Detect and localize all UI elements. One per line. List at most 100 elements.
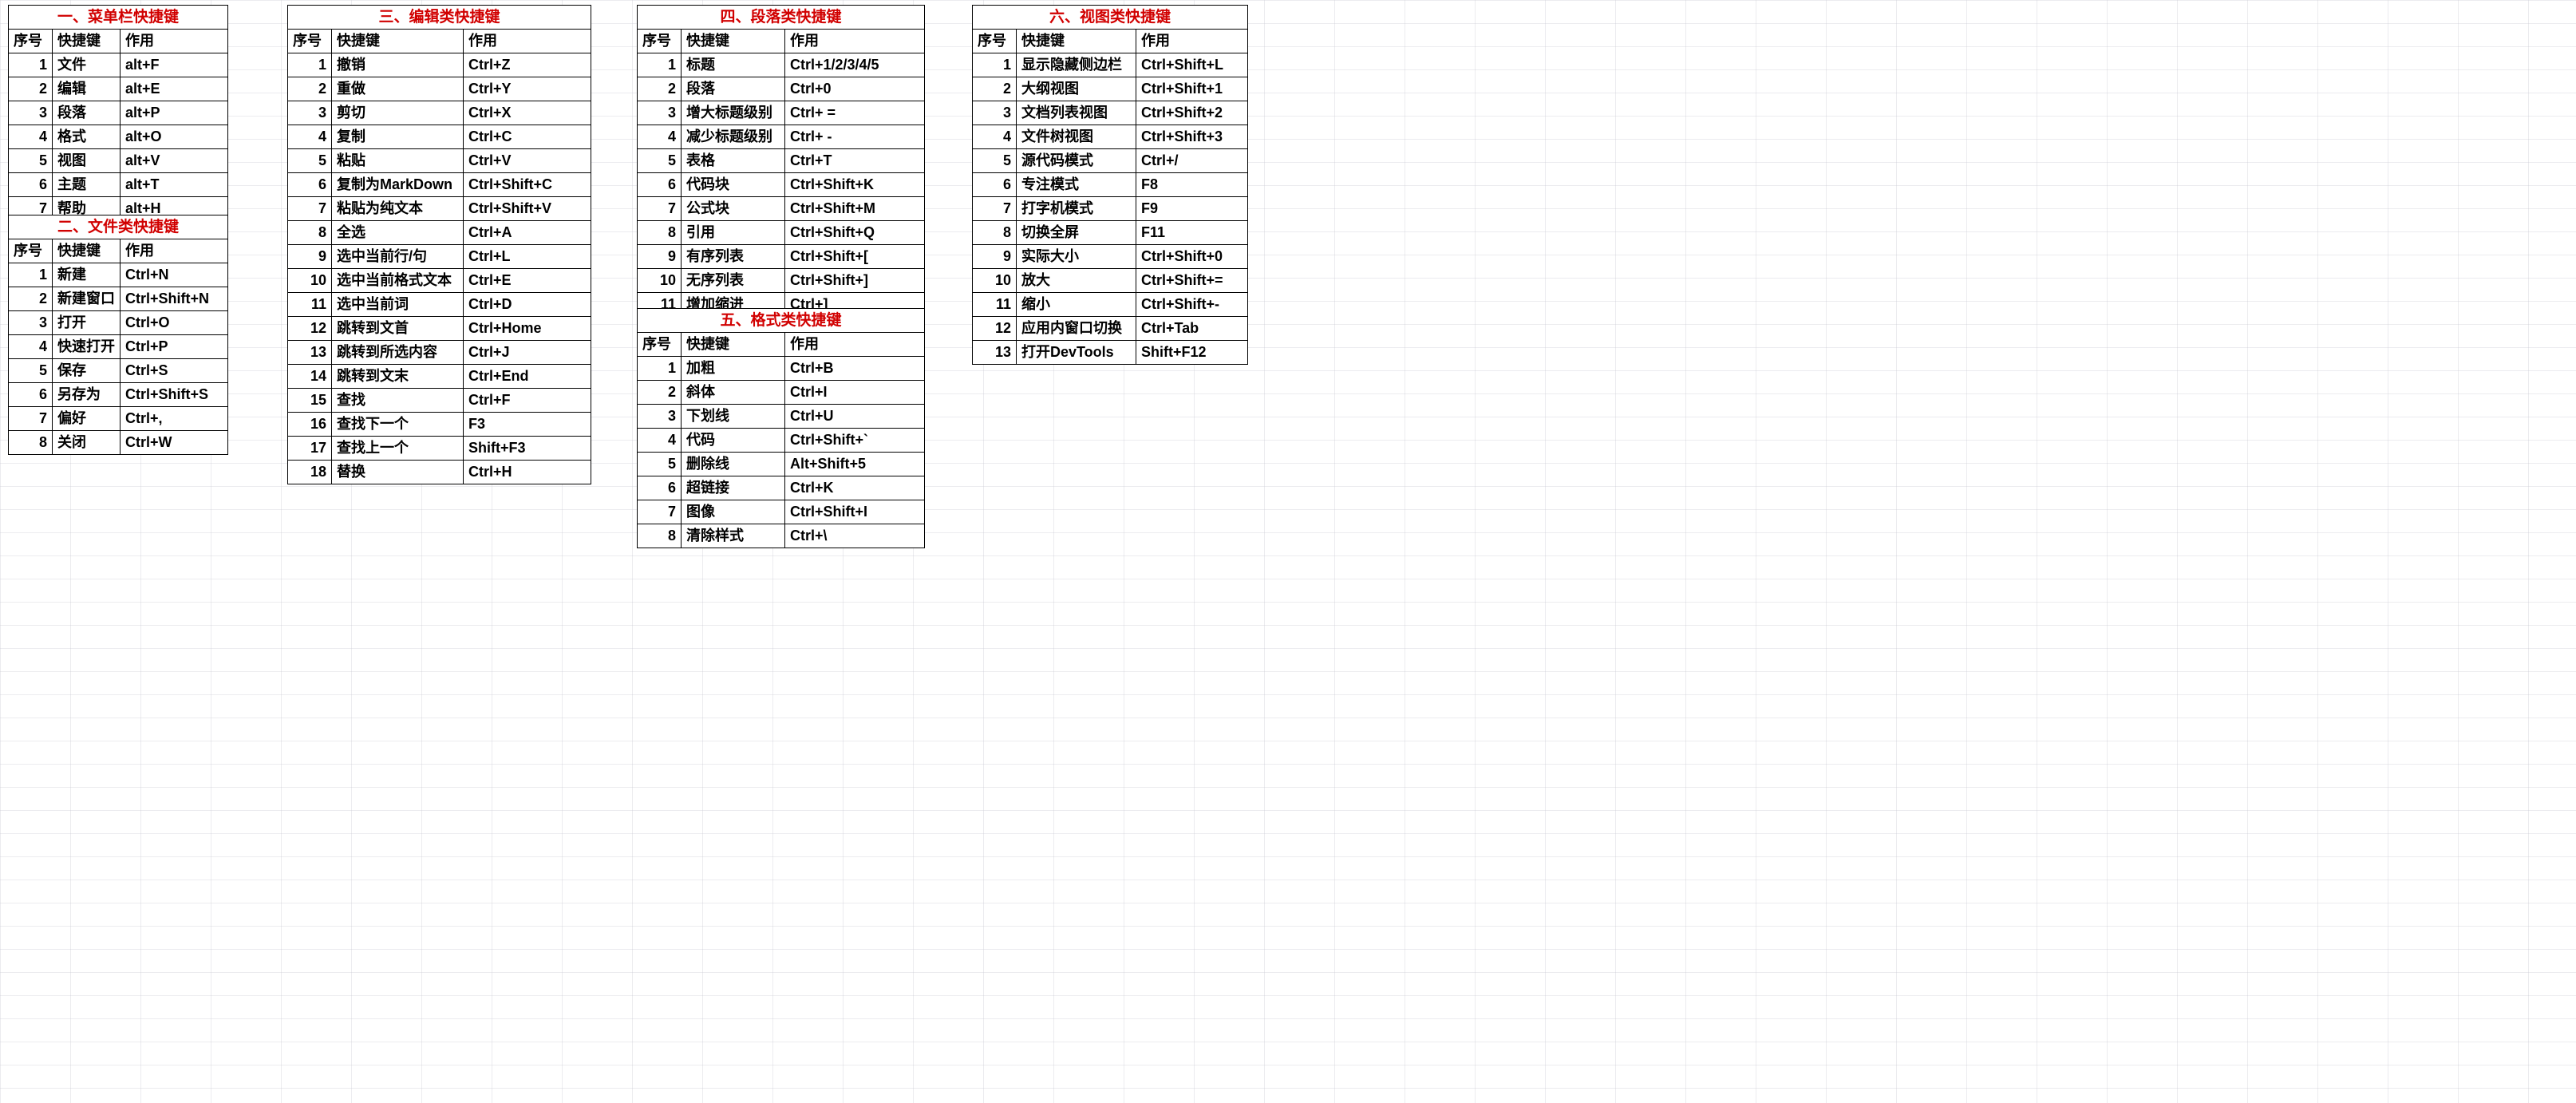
cell-key: 显示隐藏侧边栏 [1017,53,1136,77]
cell-no: 13 [288,341,332,365]
cell-no: 4 [9,125,53,149]
cell-effect: Ctrl+Shift+2 [1136,101,1248,125]
cell-key: 文件树视图 [1017,125,1136,149]
cell-key: 复制为MarkDown [332,173,464,197]
cell-no: 3 [9,101,53,125]
table-row: 7公式块Ctrl+Shift+M [638,197,925,221]
cell-key: 增大标题级别 [682,101,785,125]
cell-effect: Ctrl+S [121,359,228,383]
cell-key: 选中当前词 [332,293,464,317]
cell-key: 格式 [53,125,121,149]
cell-key: 新建 [53,263,121,287]
cell-no: 8 [288,221,332,245]
cell-effect: Alt+Shift+5 [785,453,925,476]
table-row: 16查找下一个F3 [288,413,591,437]
table-row: 5视图alt+V [9,149,228,173]
cell-key: 代码 [682,429,785,453]
cell-effect: Ctrl+/ [1136,149,1248,173]
cell-no: 8 [638,221,682,245]
cell-key: 另存为 [53,383,121,407]
table-row: 6另存为Ctrl+Shift+S [9,383,228,407]
cell-no: 1 [638,53,682,77]
table-row: 7粘贴为纯文本Ctrl+Shift+V [288,197,591,221]
column-header-effect: 作用 [121,30,228,53]
cell-effect: Ctrl+V [464,149,591,173]
cell-key: 下划线 [682,405,785,429]
cell-no: 6 [9,383,53,407]
cell-no: 13 [973,341,1017,365]
cell-key: 标题 [682,53,785,77]
table-menu-shortcuts: 一、菜单栏快捷键序号快捷键作用1文件alt+F2编辑alt+E3段落alt+P4… [8,5,228,221]
cell-key: 专注模式 [1017,173,1136,197]
cell-no: 1 [9,53,53,77]
cell-no: 4 [9,335,53,359]
column-header-no: 序号 [9,239,53,263]
table-row: 5表格Ctrl+T [638,149,925,173]
column-header-effect: 作用 [464,30,591,53]
table-row: 2大纲视图Ctrl+Shift+1 [973,77,1248,101]
table-title: 三、编辑类快捷键 [288,6,591,30]
cell-effect: Ctrl+P [121,335,228,359]
table-row: 1显示隐藏侧边栏Ctrl+Shift+L [973,53,1248,77]
cell-key: 无序列表 [682,269,785,293]
cell-key: 快速打开 [53,335,121,359]
cell-no: 11 [288,293,332,317]
table-row: 6代码块Ctrl+Shift+K [638,173,925,197]
cell-key: 关闭 [53,431,121,455]
cell-effect: Ctrl+Shift+[ [785,245,925,269]
table-row: 6主题alt+T [9,173,228,197]
table-row: 5删除线Alt+Shift+5 [638,453,925,476]
table-row: 2斜体Ctrl+I [638,381,925,405]
cell-effect: Ctrl+Y [464,77,591,101]
cell-key: 剪切 [332,101,464,125]
cell-key: 段落 [682,77,785,101]
table-row: 17查找上一个Shift+F3 [288,437,591,461]
cell-effect: Ctrl+Shift+S [121,383,228,407]
cell-effect: Ctrl+U [785,405,925,429]
table-row: 2重做Ctrl+Y [288,77,591,101]
cell-key: 表格 [682,149,785,173]
table-row: 1加粗Ctrl+B [638,357,925,381]
table-format-shortcuts: 五、格式类快捷键序号快捷键作用1加粗Ctrl+B2斜体Ctrl+I3下划线Ctr… [637,308,925,548]
cell-no: 16 [288,413,332,437]
cell-no: 3 [973,101,1017,125]
cell-effect: Ctrl+A [464,221,591,245]
table-row: 8全选Ctrl+A [288,221,591,245]
table-title: 六、视图类快捷键 [973,6,1248,30]
cell-key: 斜体 [682,381,785,405]
cell-effect: Ctrl+Z [464,53,591,77]
table-row: 10选中当前格式文本Ctrl+E [288,269,591,293]
table-paragraph-shortcuts: 四、段落类快捷键序号快捷键作用1标题Ctrl+1/2/3/4/52段落Ctrl+… [637,5,925,341]
cell-no: 6 [9,173,53,197]
table-row: 8清除样式Ctrl+\ [638,524,925,548]
table-title: 一、菜单栏快捷键 [9,6,228,30]
cell-no: 3 [9,311,53,335]
cell-no: 7 [973,197,1017,221]
cell-effect: Ctrl+Shift+C [464,173,591,197]
cell-effect: Ctrl+Tab [1136,317,1248,341]
cell-effect: Ctrl+I [785,381,925,405]
column-header-no: 序号 [288,30,332,53]
cell-key: 跳转到文首 [332,317,464,341]
cell-no: 7 [638,500,682,524]
cell-effect: Shift+F3 [464,437,591,461]
cell-effect: alt+E [121,77,228,101]
cell-effect: Ctrl+Shift+= [1136,269,1248,293]
table-row: 13打开DevToolsShift+F12 [973,341,1248,365]
table-row: 12应用内窗口切换Ctrl+Tab [973,317,1248,341]
table-row: 1标题Ctrl+1/2/3/4/5 [638,53,925,77]
table-row: 4减少标题级别Ctrl+ - [638,125,925,149]
cell-effect: Ctrl+O [121,311,228,335]
cell-effect: Ctrl+K [785,476,925,500]
cell-effect: alt+O [121,125,228,149]
cell-no: 6 [638,173,682,197]
cell-no: 12 [973,317,1017,341]
cell-no: 5 [638,149,682,173]
cell-no: 12 [288,317,332,341]
cell-key: 撤销 [332,53,464,77]
cell-no: 6 [288,173,332,197]
table-row: 7打字机模式F9 [973,197,1248,221]
table-row: 18替换Ctrl+H [288,461,591,484]
cell-no: 6 [638,476,682,500]
cell-effect: F9 [1136,197,1248,221]
